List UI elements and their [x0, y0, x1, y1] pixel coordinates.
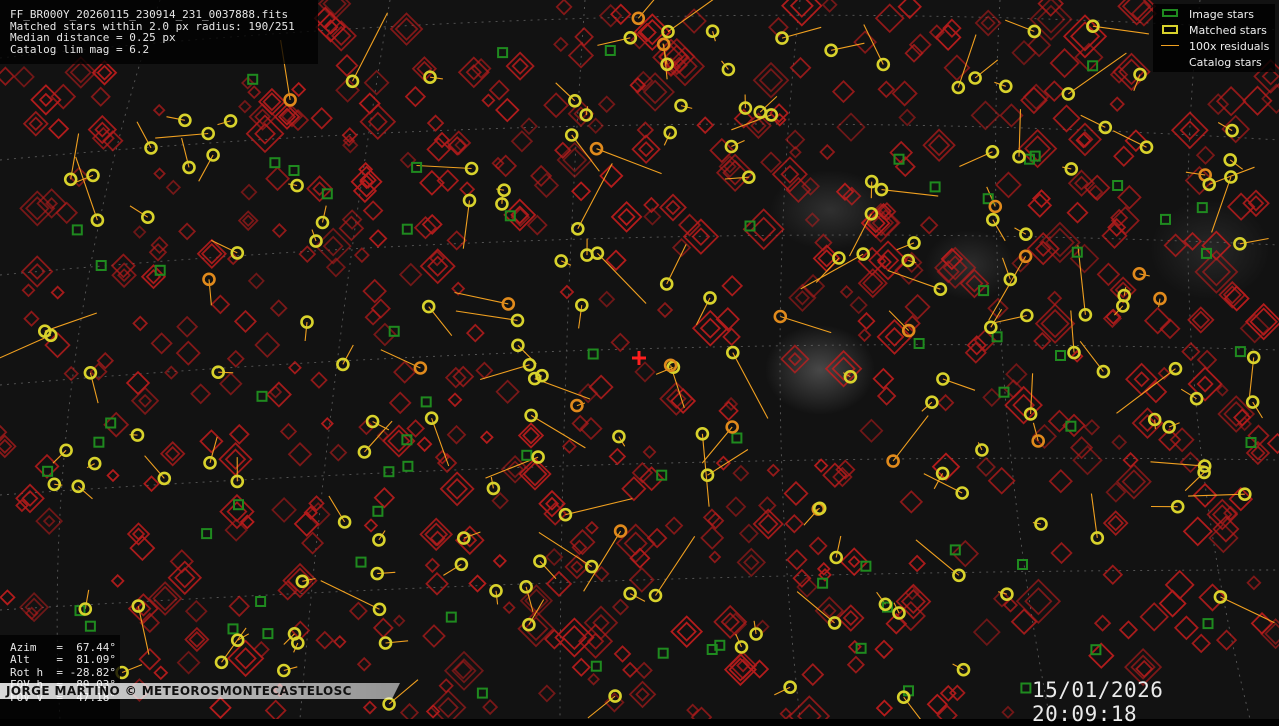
- crosshair-icon: [632, 351, 646, 365]
- orange-line-icon: [1157, 39, 1183, 53]
- fit-info-panel: FF_BR000Y_20260115_230914_231_0037888.fi…: [0, 0, 318, 64]
- watermark-banner: JORGE MARTINO © METEOROSMONTECASTELOSC: [0, 683, 400, 699]
- pointing-info-panel: Azim = 67.44° Alt = 81.09° Rot h = -28.8…: [0, 635, 120, 719]
- altitude-label: Alt = 81.09°: [10, 654, 120, 666]
- green-square-icon: [1157, 7, 1183, 21]
- cloud-patch: [765, 325, 875, 415]
- legend-item-image-stars: Image stars: [1153, 7, 1254, 21]
- yellow-rectangle-icon: [1157, 23, 1183, 37]
- legend-item-matched-stars: Matched stars: [1153, 23, 1267, 37]
- limiting-magnitude-label: Catalog lim mag = 6.2: [10, 44, 318, 56]
- residual-vector: [218, 372, 233, 373]
- filename-label: FF_BR000Y_20260115_230914_231_0037888.fi…: [10, 9, 318, 21]
- legend-item-residuals: 100x residuals: [1153, 39, 1269, 53]
- legend: Image stars Matched stars 100x residuals…: [1153, 4, 1275, 72]
- legend-item-catalog-stars: Catalog stars: [1153, 55, 1262, 69]
- red-diamond-icon: [1157, 55, 1183, 69]
